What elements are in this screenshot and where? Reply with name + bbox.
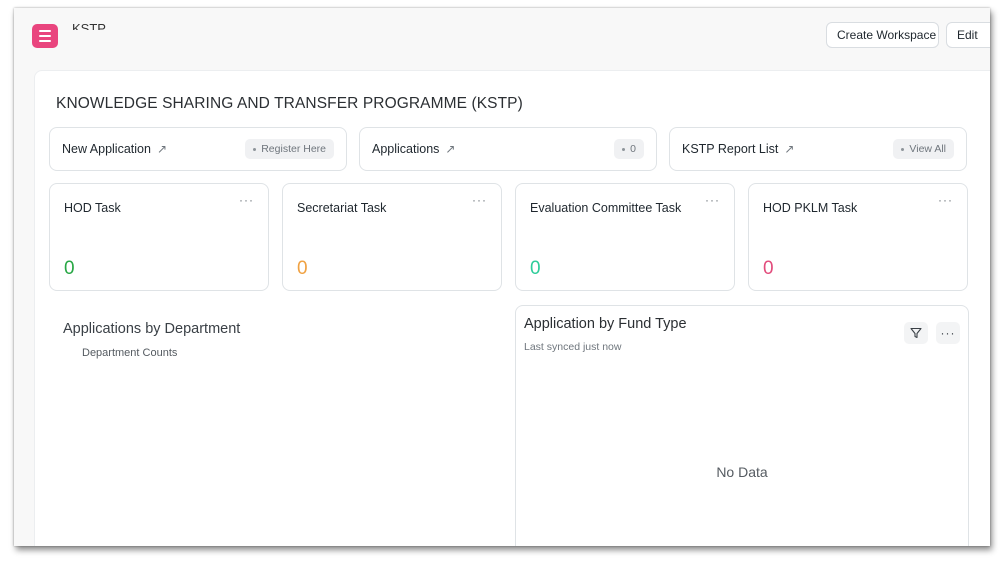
more-icon[interactable]: ··· [938, 193, 953, 207]
more-icon[interactable]: ··· [239, 193, 254, 207]
create-workspace-button[interactable]: Create Workspace [826, 22, 939, 48]
chart-applications-by-department: Applications by Department Department Co… [49, 305, 509, 546]
shortcut-label: KSTP Report List [682, 142, 779, 156]
filter-icon[interactable] [904, 322, 928, 344]
shortcut-count-badge: 0 [614, 139, 644, 159]
more-icon[interactable]: ··· [705, 193, 720, 207]
workspace-title: KSTP [72, 22, 106, 30]
shortcut-kstp-report-list[interactable]: KSTP Report List ↗ View All [669, 127, 967, 171]
shortcut-pill: View All [893, 139, 954, 159]
card-value: 0 [297, 258, 308, 279]
edit-button[interactable]: Edit [946, 22, 990, 48]
shortcut-label: New Application [62, 142, 151, 156]
menu-icon[interactable] [32, 24, 58, 48]
more-icon[interactable]: ··· [936, 322, 960, 344]
arrow-up-right-icon: ↗ [784, 142, 795, 156]
shortcut-new-application[interactable]: New Application ↗ Register Here [49, 127, 347, 171]
card-secretariat-task[interactable]: Secretariat Task ··· 0 [282, 183, 502, 291]
card-title: HOD Task [64, 201, 121, 215]
shortcut-pill: Register Here [245, 139, 334, 159]
topbar: KSTP Create Workspace Edit [14, 8, 990, 68]
app-window: KSTP Create Workspace Edit KNOWLEDGE SHA… [14, 8, 990, 546]
more-icon[interactable]: ··· [472, 193, 487, 207]
shortcut-label: Applications [372, 142, 440, 156]
chart-legend: Department Counts [82, 347, 178, 359]
card-evaluation-committee-task[interactable]: Evaluation Committee Task ··· 0 [515, 183, 735, 291]
card-title: Evaluation Committee Task [530, 201, 682, 215]
card-hod-task[interactable]: HOD Task ··· 0 [49, 183, 269, 291]
card-value: 0 [64, 258, 75, 279]
card-value: 0 [530, 258, 541, 279]
no-data-text: No Data [716, 464, 768, 480]
card-title: HOD PKLM Task [763, 201, 858, 215]
last-synced-text: Last synced just now [524, 341, 622, 353]
card-title: Secretariat Task [297, 201, 387, 215]
chart-title: Applications by Department [63, 321, 241, 337]
card-hod-pklm-task[interactable]: HOD PKLM Task ··· 0 [748, 183, 968, 291]
chart-title: Application by Fund Type [524, 316, 687, 332]
shortcut-applications[interactable]: Applications ↗ 0 [359, 127, 657, 171]
arrow-up-right-icon: ↗ [445, 142, 456, 156]
card-value: 0 [763, 258, 774, 279]
chart-application-by-fund-type: Application by Fund Type Last synced jus… [515, 305, 969, 546]
workspace-content: KNOWLEDGE SHARING AND TRANSFER PROGRAMME… [34, 70, 990, 546]
page-title: KNOWLEDGE SHARING AND TRANSFER PROGRAMME… [56, 95, 523, 112]
arrow-up-right-icon: ↗ [156, 142, 168, 156]
